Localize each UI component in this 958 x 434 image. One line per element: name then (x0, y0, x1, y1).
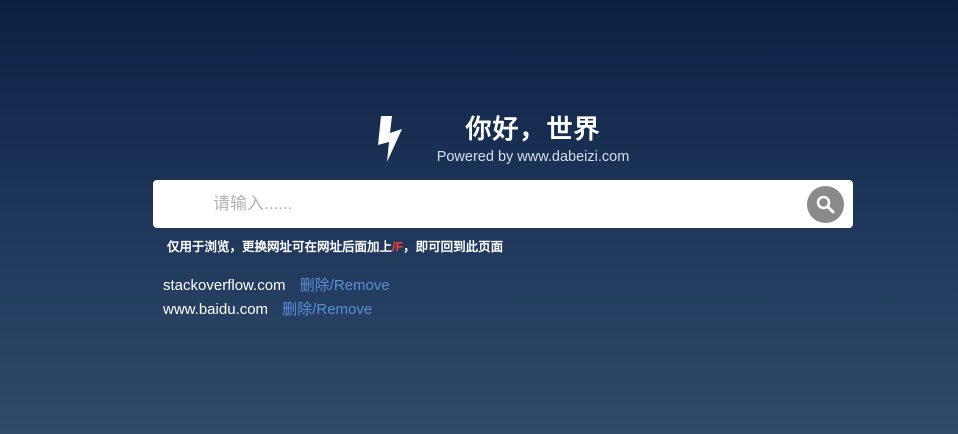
history-list: stackoverflow.com 删除/Remove www.baidu.co… (163, 276, 390, 324)
search-button[interactable] (807, 186, 844, 223)
remove-link[interactable]: 删除/Remove (300, 277, 390, 294)
history-item: stackoverflow.com 删除/Remove (163, 276, 390, 300)
history-item: www.baidu.com 删除/Remove (163, 300, 390, 324)
hint-highlight: /F (392, 240, 404, 254)
header: 你好，世界 Powered by www.dabeizi.com (0, 110, 958, 170)
search-icon (816, 195, 835, 214)
powered-by-text: Powered by www.dabeizi.com (436, 149, 630, 165)
page-title: 你好，世界 (465, 114, 601, 144)
usage-hint: 仅用于浏览，更换网址可在网址后面加上/F，即可回到此页面 (167, 239, 503, 255)
lightning-bolt-icon (377, 116, 409, 162)
search-input[interactable] (153, 180, 793, 228)
hint-text-after: ，即可回到此页面 (403, 240, 504, 254)
history-url-link[interactable]: stackoverflow.com (163, 277, 286, 294)
history-url-link[interactable]: www.baidu.com (163, 301, 268, 318)
remove-link[interactable]: 删除/Remove (282, 301, 372, 318)
search-bar (153, 180, 853, 228)
hint-text-before: 仅用于浏览，更换网址可在网址后面加上 (167, 240, 393, 254)
